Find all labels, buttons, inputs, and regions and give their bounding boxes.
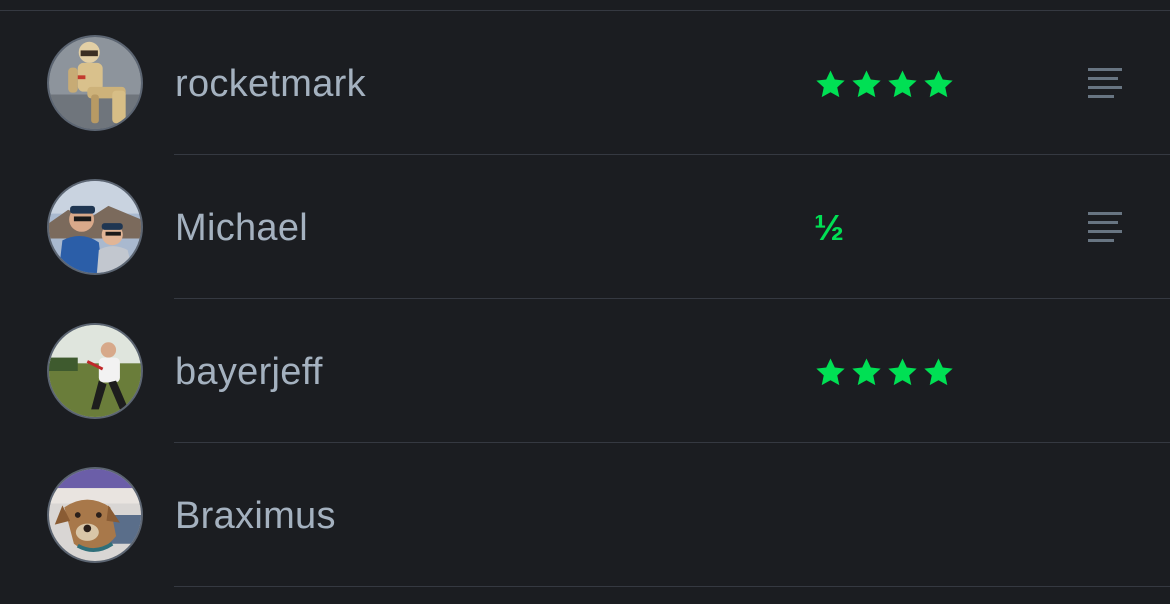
username[interactable]: bayerjeff	[175, 350, 323, 394]
member-row-braximus[interactable]: Braximus	[0, 443, 1170, 587]
member-row-bayerjeff[interactable]: bayerjeff	[0, 299, 1170, 443]
man-in-field-avatar	[49, 325, 141, 417]
star-icon	[888, 69, 917, 97]
username[interactable]: Braximus	[175, 494, 336, 538]
review-text-icon[interactable]	[1088, 211, 1122, 243]
avatar[interactable]	[47, 467, 143, 563]
star-icon	[852, 357, 881, 385]
star-icon	[816, 69, 845, 97]
member-rating-list: rocketmark Michael ½ bayerjeff Braximus	[0, 11, 1170, 587]
stormtrooper-figure-avatar	[49, 37, 141, 129]
star-rating	[814, 64, 955, 104]
avatar[interactable]	[47, 323, 143, 419]
review-lines-icon	[1088, 212, 1122, 242]
row-divider	[174, 586, 1170, 587]
username[interactable]: rocketmark	[175, 62, 366, 106]
username[interactable]: Michael	[175, 206, 308, 250]
member-row-michael[interactable]: Michael ½	[0, 155, 1170, 299]
member-row-rocketmark[interactable]: rocketmark	[0, 11, 1170, 155]
star-rating: ½	[814, 208, 844, 248]
half-star-rating: ½	[814, 207, 845, 248]
review-lines-icon	[1088, 68, 1122, 98]
review-text-icon[interactable]	[1088, 67, 1122, 99]
couple-outdoors-avatar	[49, 181, 141, 273]
star-icon	[816, 357, 845, 385]
star-rating	[814, 352, 955, 392]
avatar[interactable]	[47, 35, 143, 131]
dog-avatar	[49, 469, 141, 561]
star-icon	[924, 357, 953, 385]
star-icon	[852, 69, 881, 97]
star-icon	[924, 69, 953, 97]
avatar[interactable]	[47, 179, 143, 275]
star-icon	[888, 357, 917, 385]
